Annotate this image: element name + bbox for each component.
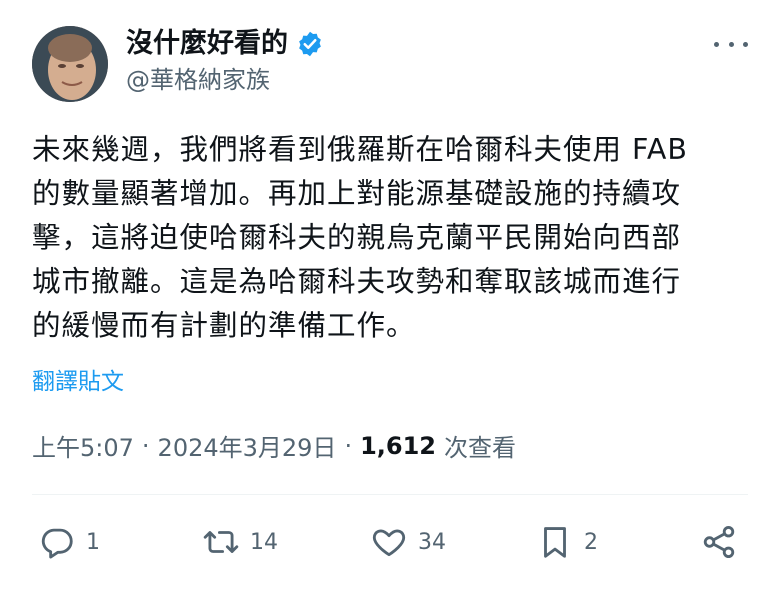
- action-bar: 1 14 34 2: [38, 520, 744, 564]
- author-handle[interactable]: @華格納家族: [126, 64, 270, 96]
- like-count: 34: [418, 529, 446, 555]
- share-button[interactable]: [700, 520, 738, 564]
- tweet-line: 擊，這將迫使哈爾科夫的親烏克蘭平民開始向西部: [32, 221, 682, 254]
- heart-icon: [372, 529, 406, 557]
- tweet-line: 未來幾週，我們將看到俄羅斯在哈爾科夫使用 FAB: [32, 133, 688, 166]
- tweet-time[interactable]: 上午5:07: [32, 428, 134, 463]
- bookmark-icon: [544, 527, 566, 558]
- reply-count: 1: [86, 529, 100, 555]
- tweet-text: 未來幾週，我們將看到俄羅斯在哈爾科夫使用 FAB 的數量顯著增加。再加上對能源基…: [32, 128, 744, 348]
- retweet-count: 14: [250, 529, 278, 555]
- author-name-row[interactable]: 沒什麼好看的: [126, 26, 324, 62]
- tweet-line: 的數量顯著增加。再加上對能源基礎設施的持續攻: [32, 177, 682, 210]
- separator-dot: ·: [344, 431, 353, 460]
- reply-button[interactable]: 1: [38, 520, 100, 564]
- translate-post-link[interactable]: 翻譯貼文: [32, 362, 124, 396]
- more-dot: [728, 41, 734, 47]
- tweet-line: 城市撤離。這是為哈爾科夫攻勢和奪取該城而進行: [32, 265, 682, 298]
- bookmark-count: 2: [584, 529, 598, 555]
- share-icon: [703, 526, 735, 558]
- author-avatar[interactable]: [32, 26, 108, 102]
- display-name[interactable]: 沒什麼好看的: [126, 26, 288, 62]
- tweet-line: 的緩慢而有計劃的準備工作。: [32, 309, 416, 342]
- views-label: 次查看: [444, 434, 516, 462]
- retweet-button[interactable]: 14: [202, 520, 278, 564]
- views-count: 1,612: [360, 431, 436, 460]
- more-dot: [743, 41, 748, 47]
- avatar-image: [32, 26, 108, 102]
- verified-badge-icon: [299, 31, 321, 57]
- like-button[interactable]: 34: [370, 520, 446, 564]
- divider: [32, 494, 748, 495]
- tweet-meta: 上午5:07 · 2024年3月29日 · 1,612 次查看: [32, 428, 516, 463]
- more-dot: [714, 41, 719, 47]
- tweet-date[interactable]: 2024年3月29日: [158, 428, 337, 463]
- more-options-icon[interactable]: [714, 32, 748, 56]
- separator-dot: ·: [141, 431, 150, 460]
- bookmark-button[interactable]: 2: [536, 520, 598, 564]
- reply-icon: [41, 528, 73, 559]
- retweet-icon: [203, 531, 239, 553]
